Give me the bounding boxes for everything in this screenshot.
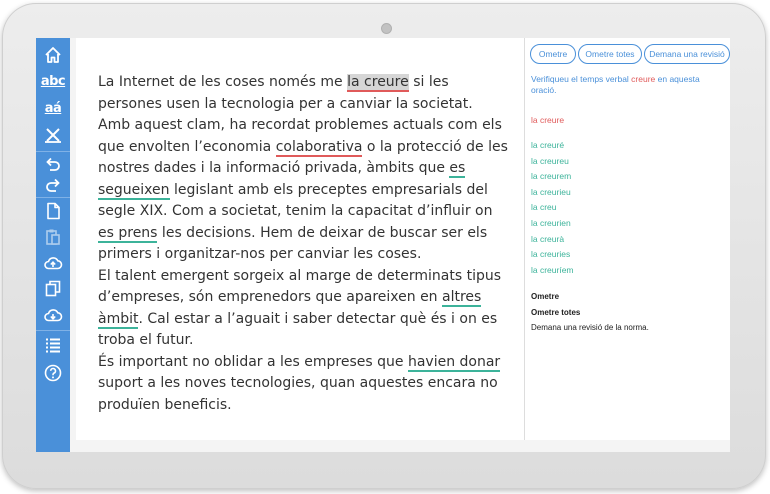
home-icon[interactable]	[40, 44, 66, 66]
list-icon[interactable]	[40, 334, 66, 356]
suggestion-item[interactable]: la creureu	[531, 154, 574, 170]
text-editor[interactable]: La Internet de les coses només me la cre…	[76, 38, 524, 440]
camera-dot	[381, 23, 392, 34]
grammar-error-mark[interactable]: es prens	[98, 224, 158, 243]
upload-icon[interactable]	[40, 252, 66, 274]
suggestion-list: la creuré la creureu la creurem la creur…	[531, 138, 574, 278]
accent-check-icon[interactable]: aá	[40, 97, 66, 119]
accent-check-label: aá	[44, 100, 62, 116]
text-run: . Cal estar a l’aguait i saber detectar …	[98, 310, 498, 349]
document-text[interactable]: La Internet de les coses només me la cre…	[98, 72, 508, 416]
spellcheck-abc-label: abc	[40, 73, 66, 89]
suggestion-item[interactable]: la creurien	[531, 216, 574, 232]
review-option[interactable]: Demana una revisió de la norma.	[531, 320, 649, 336]
wrong-phrase: la creure	[531, 115, 565, 125]
omit-all-option[interactable]: Ometre totes	[531, 305, 649, 321]
undo-icon[interactable]	[40, 154, 66, 176]
suggestion-item[interactable]: la creuries	[531, 247, 574, 263]
paragraph: La Internet de les coses només me la cre…	[98, 72, 508, 266]
text-run: les decisions. Hem de deixar de buscar s…	[98, 224, 488, 263]
error-message: Verifiqueu el temps verbal creure en aqu…	[531, 74, 721, 96]
spelling-error-mark[interactable]: la creure	[347, 74, 409, 92]
copy-icon[interactable]	[40, 278, 66, 300]
suggestion-item[interactable]: la creuré	[531, 138, 574, 154]
suggestion-panel: Ometre Ometre totes Demana una revisió V…	[524, 38, 730, 440]
redo-icon[interactable]	[40, 175, 66, 197]
text-run: És important no oblidar a les empreses q…	[98, 353, 408, 370]
suggestion-item[interactable]: la creurieu	[531, 185, 574, 201]
help-icon[interactable]	[40, 362, 66, 384]
suggestion-item[interactable]: la creuríem	[531, 263, 574, 279]
omit-all-button[interactable]: Ometre totes	[578, 44, 642, 64]
sidebar-divider	[36, 151, 70, 152]
suggestion-item[interactable]: la creu	[531, 200, 574, 216]
options-list: Ometre Ometre totes Demana una revisió d…	[531, 289, 649, 336]
app-screen: abc aá La Internet de les coses només me…	[36, 38, 730, 452]
download-icon[interactable]	[40, 304, 66, 326]
message-text: Verifiqueu el temps verbal	[531, 74, 632, 84]
grammar-error-mark[interactable]: havien donar	[407, 353, 501, 372]
suggestion-item[interactable]: la creurem	[531, 169, 574, 185]
clear-marks-icon[interactable]	[40, 124, 66, 146]
spelling-error-mark[interactable]: colaborativa	[275, 138, 363, 157]
suggestion-item[interactable]: la creurà	[531, 232, 574, 248]
sidebar: abc aá	[36, 38, 70, 452]
sidebar-divider	[36, 197, 70, 198]
paragraph: És important no oblidar a les empreses q…	[98, 352, 508, 417]
request-review-button[interactable]: Demana una revisió	[644, 44, 730, 64]
omit-option[interactable]: Ometre	[531, 289, 649, 305]
spellcheck-abc-icon[interactable]: abc	[40, 70, 66, 92]
text-run: El talent emergent sorgeix al marge de d…	[98, 267, 502, 306]
text-run: La Internet de les coses només me	[98, 74, 348, 90]
paragraph: El talent emergent sorgeix al marge de d…	[98, 266, 508, 352]
message-word: creure	[631, 74, 656, 84]
paste-icon[interactable]	[40, 226, 66, 248]
text-run: suport a les noves tecnologies, quan aqu…	[98, 375, 498, 413]
sidebar-divider	[36, 330, 70, 331]
new-document-icon[interactable]	[40, 200, 66, 222]
omit-button[interactable]: Ometre	[530, 44, 576, 64]
